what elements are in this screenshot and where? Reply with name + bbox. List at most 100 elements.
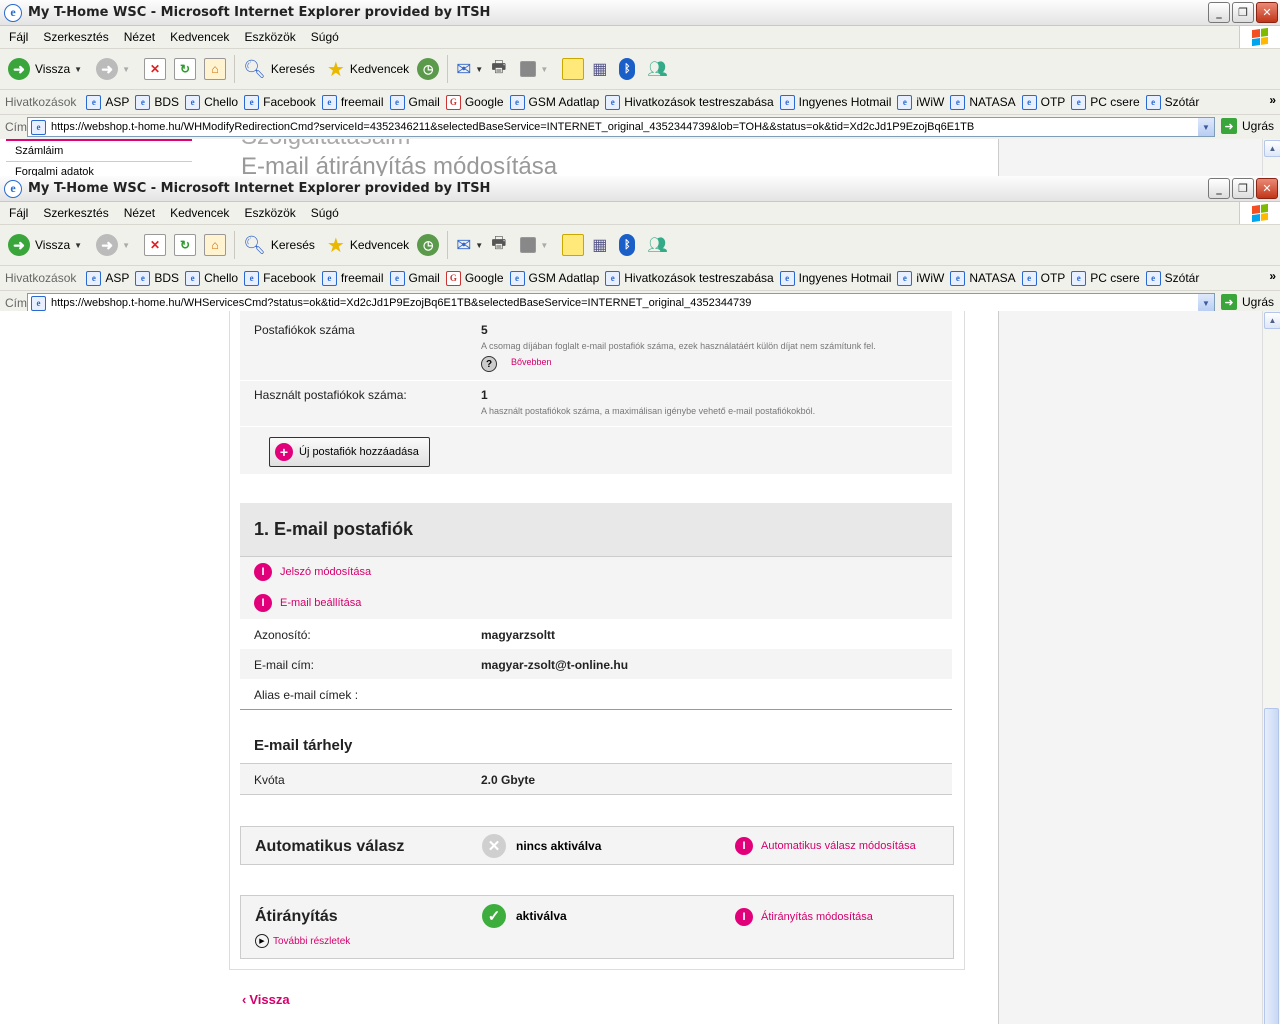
menu-edit[interactable]: Szerkesztés [43,30,108,44]
print-button[interactable]: 🖶 [491,232,506,259]
maximize-button[interactable]: ❐ [1232,2,1254,23]
home-button[interactable]: ⌂ [203,234,226,256]
menu-edit[interactable]: Szerkesztés [43,206,108,220]
nav-forgalmi[interactable]: Forgalmi adatok [15,166,94,176]
link-otp[interactable]: e OTP [1021,94,1065,110]
menu-view[interactable]: Nézet [124,206,155,220]
favorites-button[interactable]: ★ Kedvencek [327,233,409,258]
link-bds[interactable]: e BDS [135,270,179,286]
menu-view[interactable]: Nézet [124,30,155,44]
email-settings-link[interactable]: I E-mail beállítása [254,594,361,612]
link-freemail[interactable]: e freemail [321,94,384,110]
link-asp[interactable]: e ASP [86,270,129,286]
link-pc-csere[interactable]: e PC csere [1071,270,1140,286]
favorites-button[interactable]: ★ Kedvencek [327,57,409,82]
history-button[interactable]: ◷ [417,234,440,256]
link-natasa[interactable]: e NATASA [950,270,1016,286]
menu-help[interactable]: Súgó [311,206,339,220]
link-iwiw[interactable]: e iWiW [897,270,944,286]
minimize-button[interactable]: _ [1208,2,1230,23]
link-gmail[interactable]: e Gmail [389,270,440,286]
home-button[interactable]: ⌂ [203,58,226,80]
vertical-scrollbar[interactable]: ▲ [1262,311,1280,1024]
address-input[interactable]: e https://webshop.t-home.hu/WHServicesCm… [27,293,1215,313]
chevron-icon[interactable]: » [1269,269,1276,283]
menu-help[interactable]: Súgó [311,30,339,44]
link-asp[interactable]: e ASP [86,94,129,110]
messenger-button[interactable]: 👥︎ [647,235,667,255]
link-iwiw[interactable]: e iWiW [897,94,944,110]
search-button[interactable]: 🔍︎ Keresés [243,235,315,256]
link-hotmail[interactable]: e Ingyenes Hotmail [779,94,891,110]
bluetooth-button[interactable]: ᛒ [619,58,636,80]
minimize-button[interactable]: _ [1208,178,1230,199]
menu-favorites[interactable]: Kedvencek [170,206,229,220]
edit-button[interactable]: ▼ [520,61,548,77]
menu-favorites[interactable]: Kedvencek [170,30,229,44]
notes-button[interactable] [562,234,585,256]
edit-button[interactable]: ▼ [520,237,548,253]
more-link[interactable]: Bővebben [511,357,552,367]
print-button[interactable]: 🖶 [491,56,506,83]
back-button[interactable]: ➜ Vissza ▼ [8,234,82,256]
link-szotar[interactable]: e Szótár [1145,94,1199,110]
mail-button[interactable]: ✉ ▼ [456,235,483,256]
go-button[interactable]: ➜ Ugrás [1221,118,1274,134]
link-chello[interactable]: e Chello [185,94,238,110]
auto-reply-edit-link[interactable]: I Automatikus válasz módosítása [735,837,916,855]
go-button[interactable]: ➜ Ugrás [1221,294,1274,310]
forwarding-edit-link[interactable]: I Átirányítás módosítása [735,908,873,926]
notes-button[interactable] [562,58,585,80]
link-google[interactable]: G Google [445,94,504,110]
address-dropdown[interactable]: ▼ [1198,118,1214,136]
back-link[interactable]: ‹ Vissza [242,992,290,1007]
back-button[interactable]: ➜ Vissza ▼ [8,58,82,80]
close-button[interactable]: ✕ [1256,178,1278,199]
bluetooth-button[interactable]: ᛒ [619,234,636,256]
stop-button[interactable]: ✕ [143,234,166,256]
password-change-link[interactable]: I Jelszó módosítása [254,563,371,581]
link-customize[interactable]: e Hivatkozások testreszabása [605,94,774,110]
forward-button[interactable]: ➜ ▼ [96,58,130,80]
refresh-button[interactable]: ↻ [173,234,196,256]
link-facebook[interactable]: e Facebook [244,270,316,286]
menu-tools[interactable]: Eszközök [244,30,295,44]
link-pc-csere[interactable]: e PC csere [1071,94,1140,110]
add-mailbox-button[interactable]: + Új postafiók hozzáadása [269,437,430,467]
link-freemail[interactable]: e freemail [321,270,384,286]
stop-button[interactable]: ✕ [143,58,166,80]
link-bds[interactable]: e BDS [135,94,179,110]
help-icon[interactable]: ? [481,356,497,372]
menu-file[interactable]: Fájl [9,206,28,220]
nav-szamlaim[interactable]: Számláim [15,145,63,157]
history-button[interactable]: ◷ [417,58,440,80]
link-natasa[interactable]: e NATASA [950,94,1016,110]
link-facebook[interactable]: e Facebook [244,94,316,110]
forward-button[interactable]: ➜ ▼ [96,234,130,256]
mail-button[interactable]: ✉ ▼ [456,59,483,80]
close-button[interactable]: ✕ [1256,2,1278,23]
address-dropdown[interactable]: ▼ [1198,294,1214,312]
search-button[interactable]: 🔍︎ Keresés [243,59,315,80]
more-details-link[interactable]: ▶ További részletek [255,934,350,948]
research-button[interactable]: ▦ [592,235,607,255]
link-google[interactable]: G Google [445,270,504,286]
link-szotar[interactable]: e Szótár [1145,270,1199,286]
chevron-icon[interactable]: » [1269,93,1276,107]
refresh-button[interactable]: ↻ [173,58,196,80]
scroll-thumb[interactable] [1264,708,1279,1024]
messenger-button[interactable]: 👥︎ [647,59,667,79]
link-gsm[interactable]: e GSM Adatlap [509,270,599,286]
menu-file[interactable]: Fájl [9,30,28,44]
link-gsm[interactable]: e GSM Adatlap [509,94,599,110]
link-otp[interactable]: e OTP [1021,270,1065,286]
address-input[interactable]: e https://webshop.t-home.hu/WHModifyRedi… [27,117,1215,137]
maximize-button[interactable]: ❐ [1232,178,1254,199]
link-chello[interactable]: e Chello [185,270,238,286]
research-button[interactable]: ▦ [592,59,607,79]
link-hotmail[interactable]: e Ingyenes Hotmail [779,270,891,286]
scroll-up-button[interactable]: ▲ [1264,312,1280,329]
menu-tools[interactable]: Eszközök [244,206,295,220]
link-gmail[interactable]: e Gmail [389,94,440,110]
link-customize[interactable]: e Hivatkozások testreszabása [605,270,774,286]
